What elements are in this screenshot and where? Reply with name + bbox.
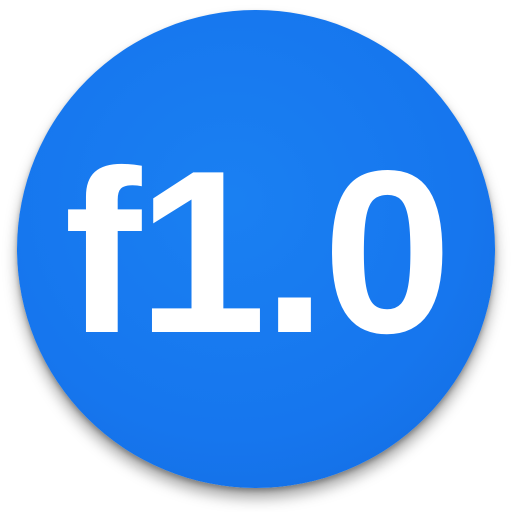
app-icon-canvas: f1.0	[0, 0, 512, 512]
app-icon-label: f1.0	[64, 123, 452, 382]
